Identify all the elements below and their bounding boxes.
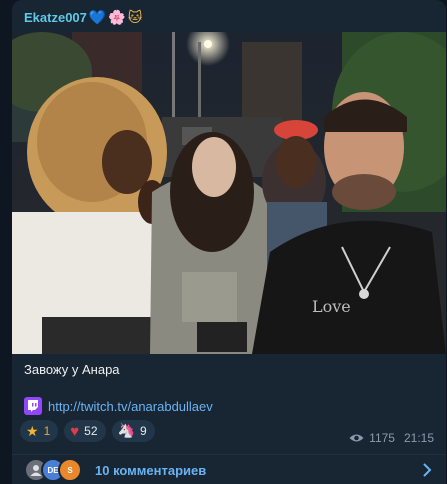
reaction-unicorn[interactable]: 🦄 9	[111, 420, 155, 442]
twitch-link[interactable]: http://twitch.tv/anarabdullaev	[48, 399, 213, 414]
twitch-icon	[24, 397, 42, 415]
avatar: S	[58, 458, 82, 482]
comments-count-label: 10 комментариев	[95, 462, 207, 478]
reactions-bar: ★ 1 ♥ 52 🦄 9	[20, 420, 155, 442]
reaction-count: 52	[84, 424, 98, 438]
chevron-right-icon	[423, 463, 432, 477]
message-bubble: Ekatze007 💙 🌸 🐱 Love Завожу у Анара http…	[12, 0, 446, 484]
star-icon: ★	[26, 422, 39, 439]
blossom-emoji: 🌸	[108, 9, 126, 26]
message-meta: 1175 21:15	[349, 431, 434, 445]
comments-bar[interactable]: DE S 10 комментариев	[12, 454, 446, 484]
photo-image: Love	[12, 32, 446, 354]
message-time: 21:15	[403, 431, 434, 445]
blue-heart-emoji: 💙	[88, 9, 107, 26]
commenter-avatars: DE S	[24, 458, 82, 482]
svg-text:Love: Love	[312, 297, 351, 316]
reaction-count: 9	[139, 424, 147, 438]
heart-icon: ♥	[70, 422, 80, 440]
link-row: http://twitch.tv/anarabdullaev	[24, 396, 213, 416]
post-photo[interactable]: Love	[12, 32, 446, 354]
cat-face-emoji: 🐱	[127, 9, 143, 26]
reaction-heart[interactable]: ♥ 52	[64, 420, 106, 442]
reaction-count: 1	[43, 424, 51, 438]
eye-icon	[349, 434, 364, 442]
author-name[interactable]: Ekatze007 💙 🌸 🐱	[24, 10, 142, 25]
post-caption: Завожу у Анара	[24, 362, 120, 377]
author-name-text: Ekatze007	[24, 10, 87, 25]
reaction-star[interactable]: ★ 1	[20, 420, 59, 442]
view-count: 1175	[369, 431, 395, 445]
unicorn-icon: 🦄	[117, 423, 135, 439]
